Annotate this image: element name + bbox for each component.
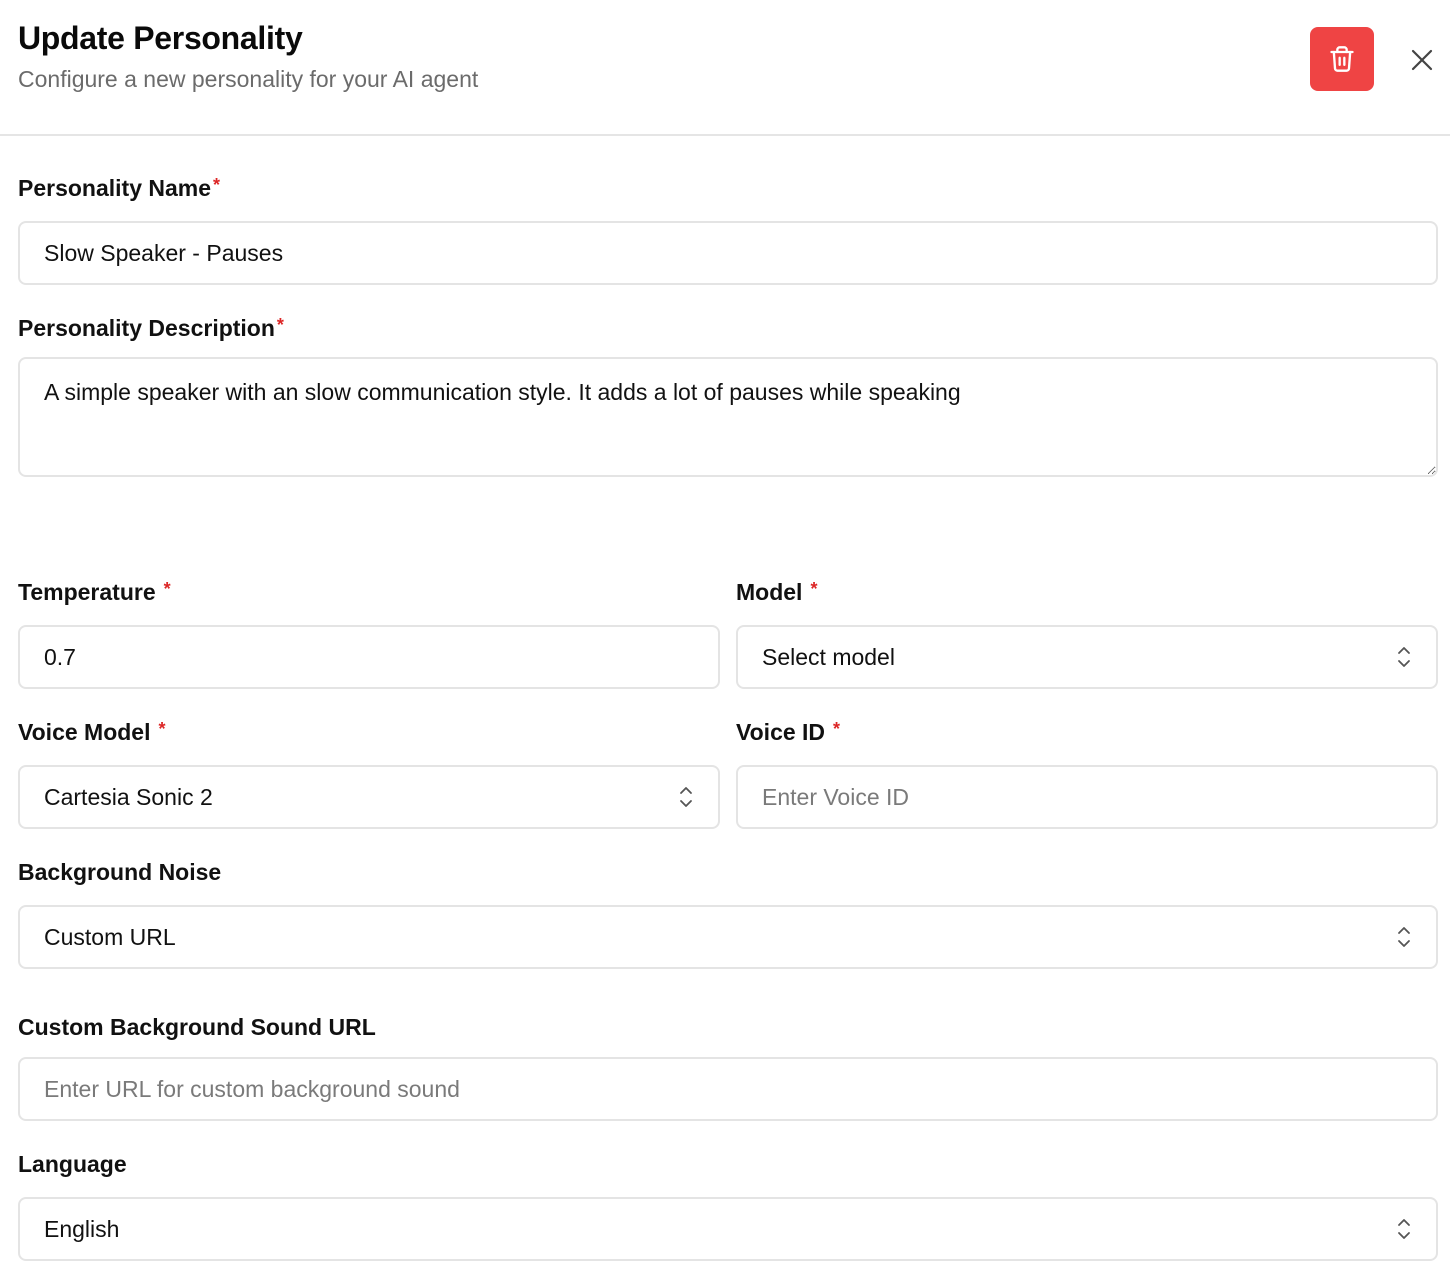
voice-model-select[interactable]: Cartesia Sonic 2: [18, 765, 720, 829]
temperature-label-text: Temperature: [18, 579, 156, 605]
required-marker: *: [158, 719, 166, 739]
voice-model-label-text: Voice Model: [18, 719, 151, 745]
chevron-up-down-icon: [1396, 925, 1412, 949]
model-label: Model *: [736, 579, 817, 606]
required-marker: *: [276, 315, 284, 335]
close-icon: [1411, 49, 1433, 71]
custom-sound-url-label: Custom Background Sound URL: [18, 1014, 376, 1040]
background-noise-label: Background Noise: [18, 859, 222, 885]
language-select-value: English: [44, 1215, 120, 1242]
voice-model-select-value: Cartesia Sonic 2: [44, 783, 213, 810]
chevron-up-down-icon: [1396, 1217, 1412, 1241]
voice-id-input[interactable]: [736, 765, 1438, 829]
personality-description-label: Personality Description *: [18, 315, 284, 342]
required-marker: *: [213, 175, 221, 195]
trash-icon: [1330, 46, 1354, 72]
dialog-title: Update Personality: [18, 20, 303, 56]
dialog-header: Update Personality Configure a new perso…: [0, 0, 1450, 136]
temperature-input[interactable]: [18, 625, 720, 689]
chevron-up-down-icon: [1396, 645, 1412, 669]
model-label-text: Model: [736, 579, 803, 605]
temperature-label: Temperature *: [18, 579, 171, 606]
required-marker: *: [833, 719, 841, 739]
voice-id-label-text: Voice ID: [736, 719, 826, 745]
personality-name-label: Personality Name *: [18, 175, 220, 202]
language-label: Language: [18, 1151, 127, 1177]
custom-sound-url-input[interactable]: [18, 1057, 1438, 1121]
voice-id-label: Voice ID *: [736, 719, 840, 746]
voice-model-label: Voice Model *: [18, 719, 166, 746]
personality-name-input[interactable]: [18, 221, 1438, 285]
required-marker: *: [810, 579, 818, 599]
delete-button[interactable]: [1310, 27, 1374, 91]
personality-description-textarea[interactable]: A simple speaker with an slow communicat…: [18, 357, 1438, 477]
required-marker: *: [163, 579, 171, 599]
background-noise-select[interactable]: Custom URL: [18, 905, 1438, 969]
personality-description-label-text: Personality Description: [18, 315, 275, 341]
chevron-up-down-icon: [678, 785, 694, 809]
background-noise-select-value: Custom URL: [44, 923, 176, 950]
model-select[interactable]: Select model: [736, 625, 1438, 689]
dialog-subtitle: Configure a new personality for your AI …: [18, 66, 479, 92]
model-select-value: Select model: [762, 643, 895, 670]
close-button[interactable]: [1404, 42, 1440, 78]
personality-name-label-text: Personality Name: [18, 175, 212, 201]
language-select[interactable]: English: [18, 1197, 1438, 1261]
